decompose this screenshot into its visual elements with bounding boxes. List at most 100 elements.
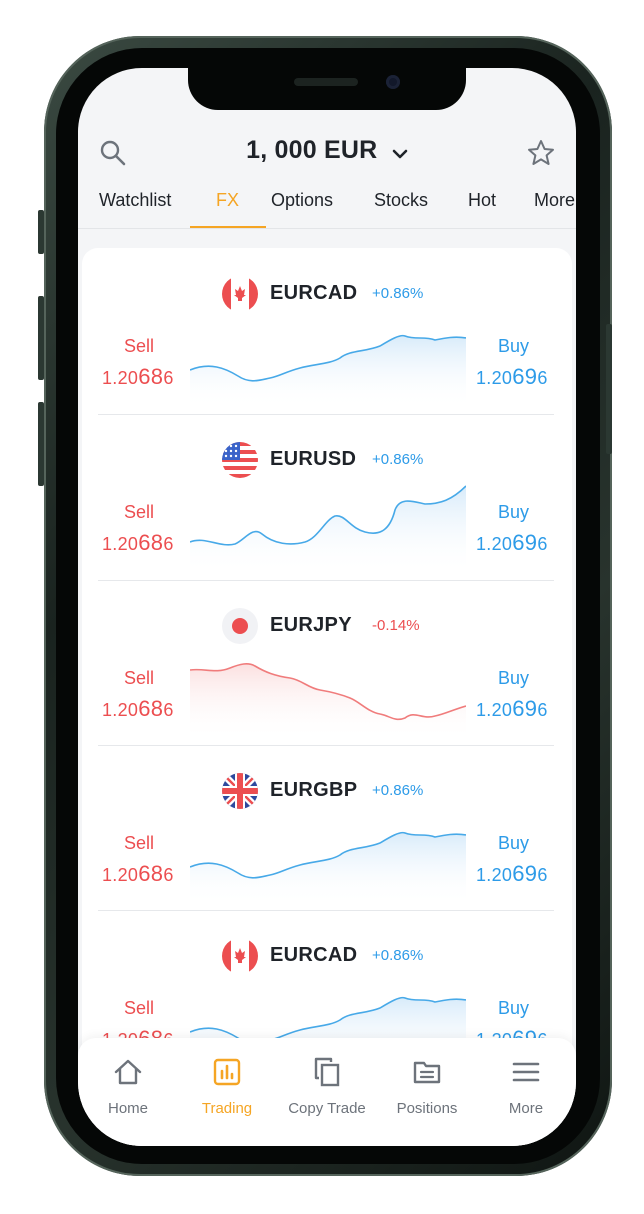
sell-price-pips: 68 <box>138 530 164 555</box>
buy-button[interactable]: Buy <box>498 502 529 523</box>
bottom-navigation: Home Trading Copy Trade Positions More <box>78 1038 576 1146</box>
pair-change: +0.86% <box>372 451 424 468</box>
buy-price-pips: 69 <box>512 861 538 886</box>
pair-change: -0.14% <box>372 617 420 634</box>
buy-price-tail: 6 <box>537 368 548 388</box>
tab-hot[interactable]: Hot <box>468 190 496 211</box>
pair-header: EURGBP +0.86% <box>82 773 572 809</box>
sell-button[interactable]: Sell <box>124 336 154 357</box>
canada-flag-icon <box>222 276 258 312</box>
tab-options[interactable]: Options <box>271 190 333 211</box>
balance-amount: 1, 000 EUR <box>246 136 378 164</box>
pair-name: EURUSD <box>270 448 357 470</box>
price-sparkline <box>190 334 466 408</box>
nav-trading[interactable]: Trading <box>177 1056 277 1117</box>
sell-button[interactable]: Sell <box>124 668 154 689</box>
price-sparkline <box>190 831 466 905</box>
buy-price-pips: 69 <box>512 530 538 555</box>
fx-pair-row[interactable]: EURJPY -0.14% Sell 1.20686 Buy 1.20696 <box>82 580 572 746</box>
sell-price-tail: 6 <box>163 700 174 720</box>
pair-change: +0.86% <box>372 947 424 964</box>
pair-header: EURJPY -0.14% <box>82 608 572 644</box>
sell-price[interactable]: 1.20686 <box>102 530 174 556</box>
pair-change: +0.86% <box>372 782 424 799</box>
pair-header: EURCAD +0.86% <box>82 938 572 974</box>
nav-home-label: Home <box>107 1100 148 1117</box>
nav-more[interactable]: More <box>476 1056 576 1117</box>
tab-fx[interactable]: FX <box>216 190 239 211</box>
app-screen: 1, 000 EUR Watchlist FX Options Stocks H… <box>78 68 576 1146</box>
trading-chart-icon <box>213 1058 241 1086</box>
price-sparkline <box>190 485 466 574</box>
nav-copy-trade-label: Copy Trade <box>288 1100 366 1117</box>
buy-price-main: 1.20 <box>476 368 513 388</box>
pair-name: EURJPY <box>270 614 352 636</box>
buy-price-tail: 6 <box>537 534 548 554</box>
menu-icon <box>512 1062 540 1082</box>
volume-down-button <box>38 402 44 486</box>
pair-change: +0.86% <box>372 285 424 302</box>
japan-flag-icon <box>222 608 258 644</box>
sell-price-main: 1.20 <box>102 534 139 554</box>
buy-button[interactable]: Buy <box>498 668 529 689</box>
front-camera <box>386 75 400 89</box>
sell-price-tail: 6 <box>163 865 174 885</box>
canada-flag-icon <box>222 938 258 974</box>
buy-price[interactable]: 1.20696 <box>476 861 548 887</box>
mute-switch <box>38 210 44 254</box>
sell-button[interactable]: Sell <box>124 833 154 854</box>
fx-pair-row[interactable]: EURGBP +0.86% Sell 1.20686 Buy 1.20696 <box>82 745 572 911</box>
nav-positions-label: Positions <box>396 1100 458 1117</box>
nav-positions[interactable]: Positions <box>377 1056 477 1117</box>
buy-price[interactable]: 1.20696 <box>476 364 548 390</box>
balance-selector[interactable]: 1, 000 EUR <box>78 136 576 165</box>
speaker-grille <box>294 78 358 86</box>
price-sparkline <box>190 663 466 740</box>
tab-more[interactable]: More <box>534 190 575 211</box>
tab-stocks[interactable]: Stocks <box>374 190 428 211</box>
buy-button[interactable]: Buy <box>498 833 529 854</box>
pair-name: EURCAD <box>270 282 358 304</box>
sell-price-main: 1.20 <box>102 700 139 720</box>
sell-price-tail: 6 <box>163 534 174 554</box>
copy-icon <box>314 1057 340 1087</box>
sell-price-pips: 68 <box>138 696 164 721</box>
nav-trading-label: Trading <box>201 1100 253 1117</box>
power-button <box>606 324 612 454</box>
star-icon[interactable] <box>526 138 556 168</box>
buy-price-tail: 6 <box>537 700 548 720</box>
buy-price[interactable]: 1.20696 <box>476 696 548 722</box>
buy-price-pips: 69 <box>512 696 538 721</box>
tab-watchlist[interactable]: Watchlist <box>99 190 171 211</box>
sell-price[interactable]: 1.20686 <box>102 696 174 722</box>
buy-button[interactable]: Buy <box>498 998 529 1019</box>
folder-icon <box>413 1061 441 1084</box>
buy-price-main: 1.20 <box>476 700 513 720</box>
pair-name: EURCAD <box>270 944 358 966</box>
pair-header: EURCAD +0.86% <box>82 276 572 312</box>
sell-button[interactable]: Sell <box>124 502 154 523</box>
fx-pair-row[interactable]: EURCAD +0.86% Sell 1.20686 Buy 1.20696 <box>82 248 572 414</box>
fx-pair-row[interactable]: EURUSD +0.86% Sell 1.20686 Buy 1.20696 <box>82 414 572 580</box>
home-icon <box>114 1059 142 1085</box>
uk-flag-icon <box>222 773 258 809</box>
sell-price-pips: 68 <box>138 861 164 886</box>
buy-button[interactable]: Buy <box>498 336 529 357</box>
pair-header: EURUSD +0.86% <box>82 442 572 478</box>
notch <box>188 68 466 110</box>
buy-price[interactable]: 1.20696 <box>476 530 548 556</box>
sell-price-pips: 68 <box>138 364 164 389</box>
sell-button[interactable]: Sell <box>124 998 154 1019</box>
buy-price-main: 1.20 <box>476 534 513 554</box>
sell-price-main: 1.20 <box>102 368 139 388</box>
nav-more-label: More <box>508 1100 544 1117</box>
sell-price[interactable]: 1.20686 <box>102 364 174 390</box>
nav-home[interactable]: Home <box>78 1056 178 1117</box>
usa-flag-icon <box>222 442 258 478</box>
nav-copy-trade[interactable]: Copy Trade <box>277 1056 377 1117</box>
sell-price[interactable]: 1.20686 <box>102 861 174 887</box>
sell-price-tail: 6 <box>163 368 174 388</box>
buy-price-pips: 69 <box>512 364 538 389</box>
chevron-down-icon <box>392 149 408 159</box>
active-tab-indicator <box>190 226 266 228</box>
